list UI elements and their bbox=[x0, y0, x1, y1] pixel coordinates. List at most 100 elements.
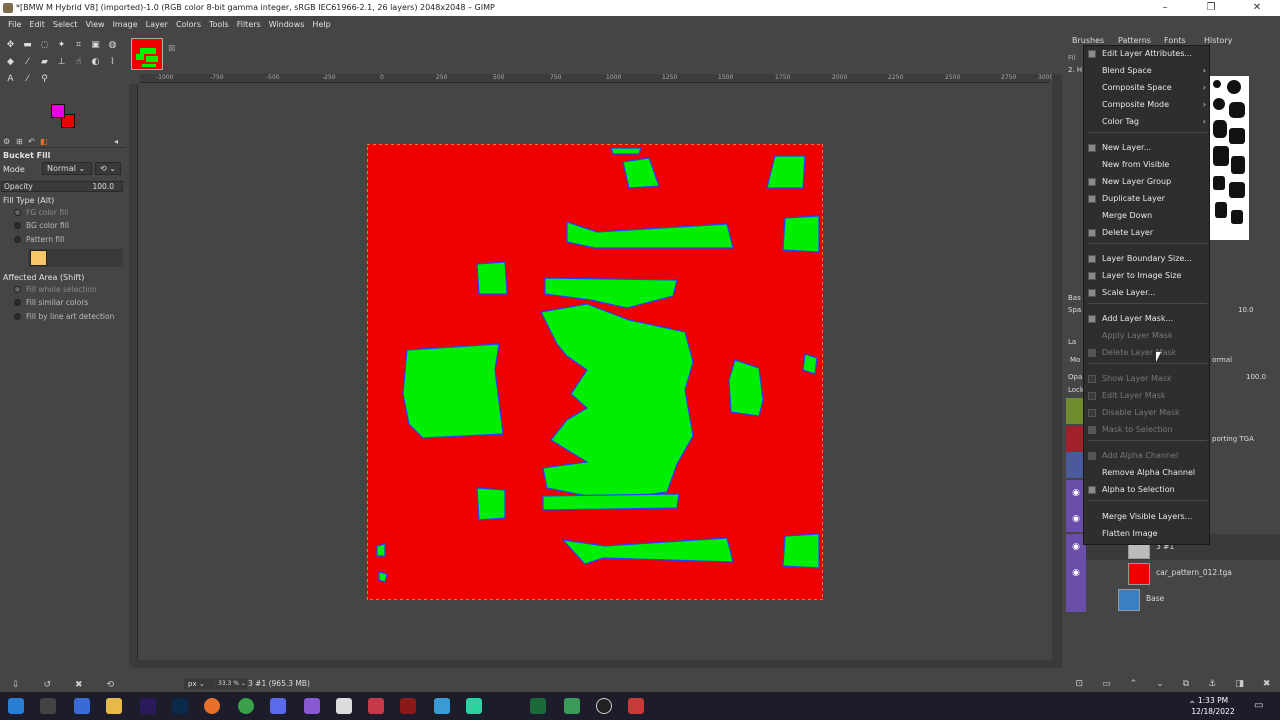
menu-view[interactable]: View bbox=[82, 20, 109, 29]
bucket-fill-icon[interactable]: ◆ bbox=[2, 53, 19, 70]
images-tab-icon[interactable]: ◧ bbox=[40, 137, 48, 146]
zoom-icon[interactable]: ⚲ bbox=[36, 70, 53, 87]
menu-item-layer-boundary-size[interactable]: Layer Boundary Size... bbox=[1084, 251, 1211, 267]
maximize-button[interactable]: ❐ bbox=[1188, 0, 1234, 16]
paintbrush-icon[interactable]: ⁄ bbox=[19, 53, 36, 70]
new-group-icon[interactable]: ▭ bbox=[1102, 679, 1111, 689]
menu-item-show-layer-mask[interactable]: Show Layer Mask bbox=[1084, 371, 1211, 387]
menu-item-delete-layer[interactable]: Delete Layer bbox=[1084, 225, 1211, 241]
taskbar-clock[interactable]: 1:33 PM 12/18/2022 bbox=[1188, 695, 1238, 717]
eye-icon[interactable]: ◉ bbox=[1066, 560, 1086, 586]
fuzzy-select-icon[interactable]: ✦ bbox=[53, 36, 70, 53]
radio-pattern-fill[interactable] bbox=[14, 236, 21, 243]
radio-fill-whole[interactable] bbox=[14, 286, 21, 293]
menu-layer[interactable]: Layer bbox=[142, 20, 172, 29]
smudge-icon[interactable]: ☝ bbox=[70, 53, 87, 70]
app-icon[interactable] bbox=[304, 698, 320, 714]
layer-row[interactable]: ◉ Base bbox=[1066, 586, 1280, 612]
menu-item-remove-alpha-channel[interactable]: Remove Alpha Channel bbox=[1084, 465, 1211, 481]
file-explorer-icon[interactable] bbox=[106, 698, 122, 714]
discord-icon[interactable] bbox=[270, 698, 286, 714]
task-view-icon[interactable] bbox=[40, 698, 56, 714]
menu-item-new-layer[interactable]: New Layer... bbox=[1084, 140, 1211, 156]
opacity-slider[interactable]: Opacity 100.0 bbox=[1, 181, 123, 192]
menu-item-disable-layer-mask[interactable]: Disable Layer Mask bbox=[1084, 405, 1211, 421]
crop-icon[interactable]: ⌗ bbox=[70, 36, 87, 53]
radio-bg-fill[interactable] bbox=[14, 222, 21, 229]
firefox-icon[interactable] bbox=[204, 698, 220, 714]
unified-transform-icon[interactable]: ▣ bbox=[87, 36, 104, 53]
mask-layer-icon[interactable]: ◨ bbox=[1235, 679, 1244, 689]
menu-item-merge-visible-layers[interactable]: Merge Visible Layers... bbox=[1084, 509, 1211, 525]
fonts-tab[interactable]: Fonts bbox=[1164, 36, 1186, 45]
undo-tab-icon[interactable]: ↶ bbox=[28, 137, 35, 146]
lasso-icon[interactable]: ◌ bbox=[36, 36, 53, 53]
menu-item-color-tag[interactable]: Color Tag › bbox=[1084, 114, 1211, 130]
delete-options-icon[interactable]: ✖ bbox=[75, 680, 83, 690]
restore-options-icon[interactable]: ↺ bbox=[43, 680, 51, 690]
menu-item-duplicate-layer[interactable]: Duplicate Layer bbox=[1084, 191, 1211, 207]
eye-icon[interactable]: ◉ bbox=[1066, 586, 1086, 612]
menu-file[interactable]: File bbox=[4, 20, 25, 29]
mode-select[interactable]: Normal ⌄ bbox=[42, 162, 92, 175]
app-icon[interactable] bbox=[466, 698, 482, 714]
zoom-select[interactable]: 33.3 % ⌄ bbox=[215, 678, 247, 690]
dodge-icon[interactable]: ◐ bbox=[87, 53, 104, 70]
app-icon[interactable] bbox=[596, 698, 612, 714]
minimize-button[interactable]: – bbox=[1142, 0, 1188, 16]
reset-options-icon[interactable]: ⟲ bbox=[106, 680, 114, 690]
menu-item-new-from-visible[interactable]: New from Visible bbox=[1084, 157, 1211, 173]
app-icon[interactable] bbox=[368, 698, 384, 714]
warp-icon[interactable]: ◍ bbox=[104, 36, 121, 53]
move-icon[interactable]: ✥ bbox=[2, 36, 19, 53]
menu-item-flatten-image[interactable]: Flatten Image bbox=[1084, 526, 1211, 542]
menu-item-alpha-to-selection[interactable]: Alpha to Selection bbox=[1084, 482, 1211, 498]
new-layer-icon[interactable]: ⊡ bbox=[1076, 679, 1084, 689]
menu-help[interactable]: Help bbox=[308, 20, 334, 29]
photoshop-icon[interactable] bbox=[172, 698, 188, 714]
notification-icon[interactable]: ▭ bbox=[1254, 700, 1263, 711]
premiere-icon[interactable] bbox=[140, 698, 156, 714]
menu-item-edit-layer-mask[interactable]: Edit Layer Mask bbox=[1084, 388, 1211, 404]
menu-windows[interactable]: Windows bbox=[265, 20, 309, 29]
canvas-image[interactable] bbox=[367, 144, 823, 600]
image-tab-close-icon[interactable]: ⊠ bbox=[168, 44, 176, 54]
menu-tools[interactable]: Tools bbox=[205, 20, 233, 29]
menu-edit[interactable]: Edit bbox=[25, 20, 49, 29]
app-icon[interactable] bbox=[564, 698, 580, 714]
store-icon[interactable] bbox=[74, 698, 90, 714]
mode-reset-button[interactable]: ⟲ ⌄ bbox=[95, 162, 121, 175]
anchor-layer-icon[interactable]: ⚓ bbox=[1208, 679, 1216, 689]
chrome-icon[interactable] bbox=[238, 698, 254, 714]
menu-item-add-layer-mask[interactable]: Add Layer Mask... bbox=[1084, 311, 1211, 327]
configure-tab-icon[interactable]: ◂ bbox=[114, 137, 118, 146]
app-icon[interactable] bbox=[400, 698, 416, 714]
save-options-icon[interactable]: ⇩ bbox=[12, 680, 20, 690]
radio-fill-similar[interactable] bbox=[14, 299, 21, 306]
layer-mode-value[interactable]: ormal bbox=[1212, 356, 1232, 364]
unit-select[interactable]: px ⌄ bbox=[184, 678, 214, 690]
menu-image[interactable]: Image bbox=[109, 20, 142, 29]
brushes-tab[interactable]: Brushes bbox=[1072, 36, 1104, 45]
menu-item-scale-layer[interactable]: Scale Layer... bbox=[1084, 285, 1211, 301]
menu-item-add-alpha-channel[interactable]: Add Alpha Channel bbox=[1084, 448, 1211, 464]
device-status-tab-icon[interactable]: ⊞ bbox=[16, 137, 23, 146]
vertical-scrollbar[interactable] bbox=[1052, 74, 1062, 668]
path-icon[interactable]: ⌇ bbox=[104, 53, 121, 70]
radio-fg-fill[interactable] bbox=[14, 209, 21, 216]
eraser-icon[interactable]: ▰ bbox=[36, 53, 53, 70]
color-picker-icon[interactable]: ⁄ bbox=[19, 70, 36, 87]
delete-layer-icon[interactable]: ✖ bbox=[1263, 679, 1271, 689]
menu-item-edit-layer-attributes[interactable]: Edit Layer Attributes... bbox=[1084, 46, 1211, 62]
raise-layer-icon[interactable]: ⌃ bbox=[1130, 679, 1138, 689]
menu-item-apply-layer-mask[interactable]: Apply Layer Mask bbox=[1084, 328, 1211, 344]
menu-item-blend-space[interactable]: Blend Space › bbox=[1084, 63, 1211, 79]
horizontal-scrollbar[interactable] bbox=[132, 660, 1052, 668]
brush-grid[interactable] bbox=[1209, 76, 1249, 240]
menu-item-new-layer-group[interactable]: New Layer Group bbox=[1084, 174, 1211, 190]
layer-row[interactable]: ◉ car_pattern_012.tga bbox=[1066, 560, 1280, 586]
menu-select[interactable]: Select bbox=[49, 20, 82, 29]
menu-item-mask-to-selection[interactable]: Mask to Selection bbox=[1084, 422, 1211, 438]
align-icon[interactable]: ▬ bbox=[19, 36, 36, 53]
app-icon[interactable] bbox=[434, 698, 450, 714]
